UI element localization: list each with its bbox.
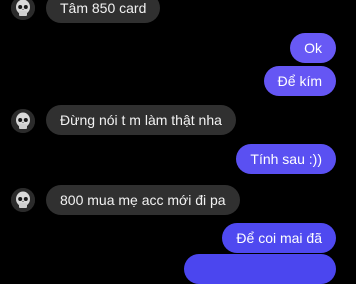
message-bubble-outgoing[interactable]: Để kím — [263, 66, 336, 96]
contact-avatar[interactable] — [11, 188, 35, 212]
message-bubble-outgoing-partial[interactable] — [184, 254, 336, 284]
skull-avatar-icon — [11, 188, 35, 212]
skull-avatar-icon — [11, 0, 35, 20]
contact-avatar[interactable] — [11, 109, 35, 133]
contact-avatar[interactable] — [11, 0, 35, 20]
message-bubble-outgoing[interactable]: Tính sau :)) — [236, 144, 336, 174]
message-bubble-incoming[interactable]: Tâm 850 card — [46, 0, 161, 23]
message-thread: Tâm 850 card Ok Để kím Đừng nói t m làm … — [0, 0, 356, 284]
message-bubble-outgoing[interactable]: Để coi mai đã — [222, 223, 336, 253]
message-bubble-outgoing[interactable]: Ok — [290, 33, 336, 63]
message-bubble-incoming[interactable]: Đừng nói t m làm thật nha — [46, 105, 236, 135]
skull-avatar-icon — [11, 109, 35, 133]
message-bubble-incoming[interactable]: 800 mua mẹ acc mới đi pa — [46, 185, 240, 215]
